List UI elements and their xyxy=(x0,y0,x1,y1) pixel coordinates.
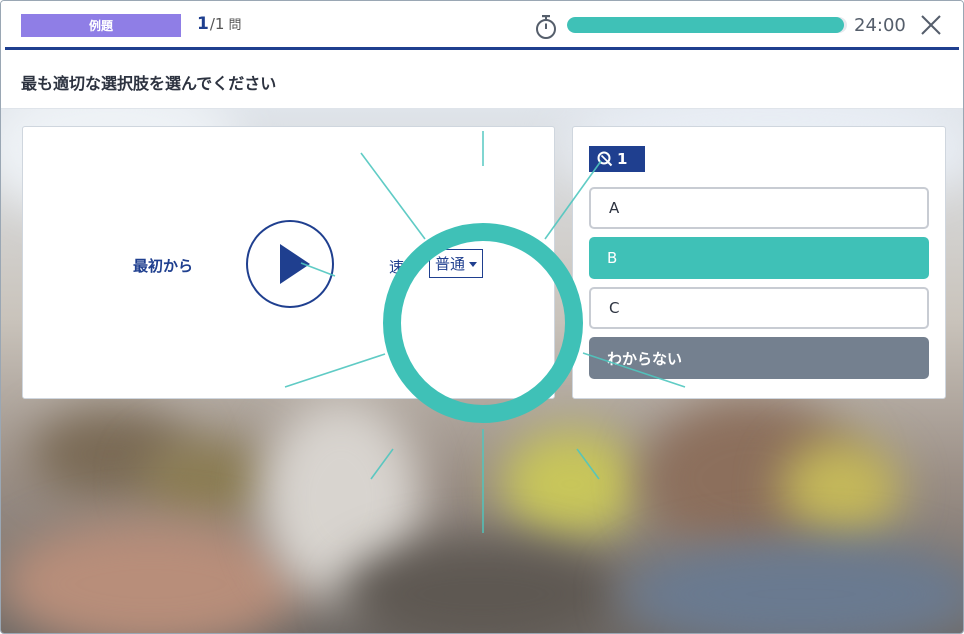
speed-label: 速 xyxy=(389,258,405,276)
app-window: 例題 1 /1 問 24:00 最も適切な選択肢を選んでください 最初から 速 … xyxy=(0,0,964,634)
instruction-bar: 最も適切な選択肢を選んでください xyxy=(1,50,963,109)
question-number-badge: 1 xyxy=(589,146,645,172)
timer-progress-bar xyxy=(567,17,847,33)
option-c[interactable]: C xyxy=(589,287,929,329)
play-button[interactable] xyxy=(246,220,334,308)
example-badge: 例題 xyxy=(21,14,181,37)
search-icon xyxy=(597,151,613,167)
timer-icon xyxy=(536,15,556,39)
question-counter: 1 /1 問 xyxy=(197,14,241,34)
speed-value: 普通 xyxy=(435,255,466,273)
instruction-text: 最も適切な選択肢を選んでください xyxy=(21,74,277,93)
timer-progress-fill xyxy=(567,17,845,33)
timer-text: 24:00 xyxy=(854,15,906,36)
option-label: C xyxy=(609,299,620,317)
option-unknown[interactable]: わからない xyxy=(589,337,929,379)
option-a[interactable]: A xyxy=(589,187,929,229)
close-icon[interactable] xyxy=(920,14,942,36)
question-total: /1 xyxy=(209,15,225,33)
option-label: A xyxy=(609,199,620,217)
dropdown-caret-icon xyxy=(469,262,477,267)
top-bar: 例題 1 /1 問 24:00 xyxy=(1,1,963,47)
speed-select[interactable]: 普通 xyxy=(429,249,483,278)
audio-player-panel: 最初から 速 普通 xyxy=(22,126,555,399)
option-label: B xyxy=(607,249,618,267)
option-label: わからない xyxy=(607,349,683,368)
play-icon xyxy=(280,244,310,284)
answer-panel: 1 A B C わからない xyxy=(572,126,946,399)
question-current: 1 xyxy=(197,14,209,34)
question-unit: 問 xyxy=(228,18,242,33)
restart-button[interactable]: 最初から xyxy=(133,255,193,276)
option-b[interactable]: B xyxy=(589,237,929,279)
question-number: 1 xyxy=(617,150,628,168)
